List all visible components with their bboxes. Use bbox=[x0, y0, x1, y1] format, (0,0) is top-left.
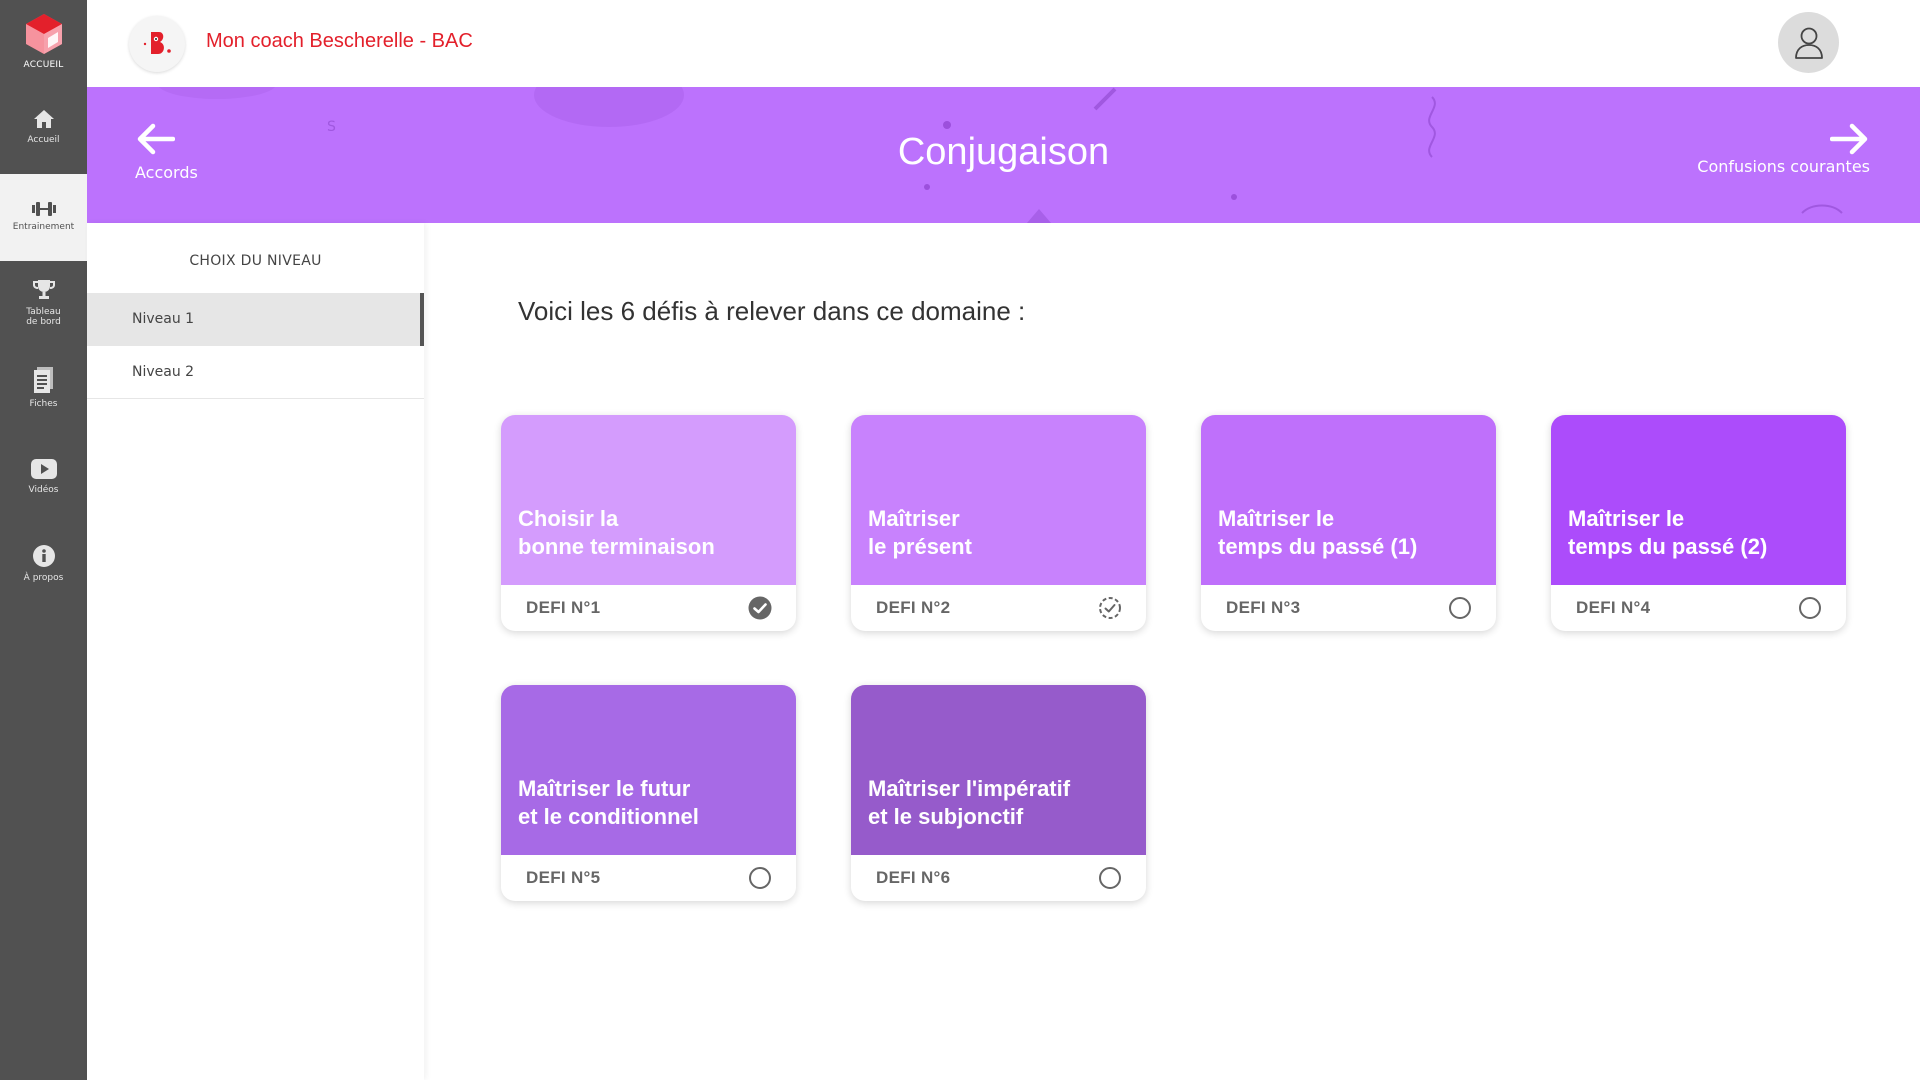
brand-badge[interactable] bbox=[129, 16, 185, 72]
rail-item-label: À propos bbox=[23, 573, 64, 583]
challenge-number: DEFI N°1 bbox=[526, 598, 601, 617]
dumbbell-icon bbox=[31, 202, 56, 216]
circle-empty-icon bbox=[1799, 597, 1821, 619]
app-title: Mon coach Bescherelle - BAC bbox=[206, 30, 473, 52]
challenge-card-footer: DEFI N°5 bbox=[501, 855, 796, 901]
level-panel: CHOIX DU NIVEAU Niveau 1 Niveau 2 bbox=[87, 223, 424, 1080]
user-icon bbox=[1794, 27, 1823, 59]
challenge-card-header: Maîtriser le temps du passé (1) bbox=[1201, 415, 1496, 585]
check-circle-dashed-icon bbox=[1099, 597, 1121, 619]
domain-banner: S Accords Conjugaison Confusions courant… bbox=[87, 87, 1920, 223]
domain-title: Conjugaison bbox=[897, 131, 1110, 173]
level-item-niveau-2[interactable]: Niveau 2 bbox=[87, 346, 424, 399]
challenge-card-footer: DEFI N°3 bbox=[1201, 585, 1496, 631]
challenge-card-header: Maîtriser le temps du passé (2) bbox=[1551, 415, 1846, 585]
rail-item-tableau-de-bord[interactable]: Tableau de bord bbox=[0, 278, 87, 327]
challenge-card-6[interactable]: Maîtriser l'impératif et le subjonctif DE… bbox=[851, 685, 1146, 901]
challenge-card-footer: DEFI N°2 bbox=[851, 585, 1146, 631]
home-icon bbox=[33, 110, 54, 128]
home-logo-label: ACCUEIL bbox=[23, 60, 64, 70]
level-item-niveau-1[interactable]: Niveau 1 bbox=[87, 293, 424, 346]
challenge-card-4[interactable]: Maîtriser le temps du passé (2) DEFI N°4 bbox=[1551, 415, 1846, 631]
circle-empty-icon bbox=[1099, 867, 1121, 889]
info-icon bbox=[32, 545, 55, 567]
challenge-card-2[interactable]: Maîtriser le présent DEFI N°2 bbox=[851, 415, 1146, 631]
challenge-number: DEFI N°2 bbox=[876, 598, 951, 617]
rail-item-a-propos[interactable]: À propos bbox=[0, 544, 87, 583]
check-circle-filled-icon bbox=[748, 596, 772, 620]
rail-item-label: Fiches bbox=[29, 399, 58, 409]
challenge-card-footer: DEFI N°6 bbox=[851, 855, 1146, 901]
play-icon bbox=[30, 459, 57, 479]
rail-item-label-line2: de bord bbox=[26, 317, 61, 327]
challenge-card-header: Maîtriser l'impératif et le subjonctif bbox=[851, 685, 1146, 855]
challenge-card-header: Maîtriser le futur et le conditionnel bbox=[501, 685, 796, 855]
top-bar: Mon coach Bescherelle - BAC bbox=[87, 0, 1920, 87]
rail-item-fiches[interactable]: Fiches bbox=[0, 366, 87, 409]
challenge-number: DEFI N°4 bbox=[1576, 598, 1651, 617]
challenge-title: Maîtriser le présent bbox=[868, 506, 972, 559]
challenge-title: Maîtriser le temps du passé (1) bbox=[1218, 506, 1418, 559]
rail-item-label: Accueil bbox=[27, 135, 60, 145]
next-domain-link[interactable]: Confusions courantes bbox=[1697, 123, 1870, 176]
left-rail: ACCUEIL Accueil Entrainement Tableau de … bbox=[0, 0, 87, 1080]
circle-empty-icon bbox=[1449, 597, 1471, 619]
challenge-title: Maîtriser le futur et le conditionnel bbox=[518, 776, 699, 829]
challenges-intro: Voici les 6 défis à relever dans ce doma… bbox=[518, 296, 1026, 326]
challenge-card-footer: DEFI N°4 bbox=[1551, 585, 1846, 631]
challenge-title: Maîtriser l'impératif et le subjonctif bbox=[868, 776, 1071, 829]
challenge-card-header: Choisir la bonne terminaison bbox=[501, 415, 796, 585]
rail-item-videos[interactable]: Vidéos bbox=[0, 458, 87, 495]
arrow-right-icon bbox=[1830, 123, 1868, 155]
app-logo-icon bbox=[25, 14, 62, 54]
rail-item-entrainement[interactable]: Entrainement bbox=[0, 174, 87, 261]
challenge-title: Choisir la bonne terminaison bbox=[518, 506, 715, 559]
home-logo[interactable]: ACCUEIL bbox=[0, 0, 87, 86]
challenge-card-3[interactable]: Maîtriser le temps du passé (1) DEFI N°3 bbox=[1201, 415, 1496, 631]
user-avatar[interactable] bbox=[1778, 12, 1839, 73]
challenge-number: DEFI N°3 bbox=[1226, 598, 1301, 617]
rail-item-accueil[interactable]: Accueil bbox=[0, 108, 87, 145]
rail-item-label-line1: Tableau bbox=[26, 307, 61, 317]
rail-item-label: Entrainement bbox=[12, 222, 75, 232]
challenge-card-5[interactable]: Maîtriser le futur et le conditionnel DEF… bbox=[501, 685, 796, 901]
document-icon bbox=[33, 367, 53, 393]
rail-item-label: Vidéos bbox=[28, 485, 59, 495]
challenge-title: Maîtriser le temps du passé (2) bbox=[1568, 506, 1768, 559]
level-panel-title: CHOIX DU NIVEAU bbox=[189, 253, 322, 269]
challenge-card-1[interactable]: Choisir la bonne terminaison DEFI N°1 bbox=[501, 415, 796, 631]
trophy-icon bbox=[32, 280, 55, 299]
challenge-number: DEFI N°5 bbox=[526, 868, 601, 887]
challenge-card-header: Maîtriser le présent bbox=[851, 415, 1146, 585]
challenge-number: DEFI N°6 bbox=[876, 868, 951, 887]
bescherelle-logo-icon bbox=[143, 32, 171, 54]
next-domain-label: Confusions courantes bbox=[1697, 157, 1870, 176]
challenge-card-footer: DEFI N°1 bbox=[501, 585, 796, 631]
circle-empty-icon bbox=[749, 867, 771, 889]
